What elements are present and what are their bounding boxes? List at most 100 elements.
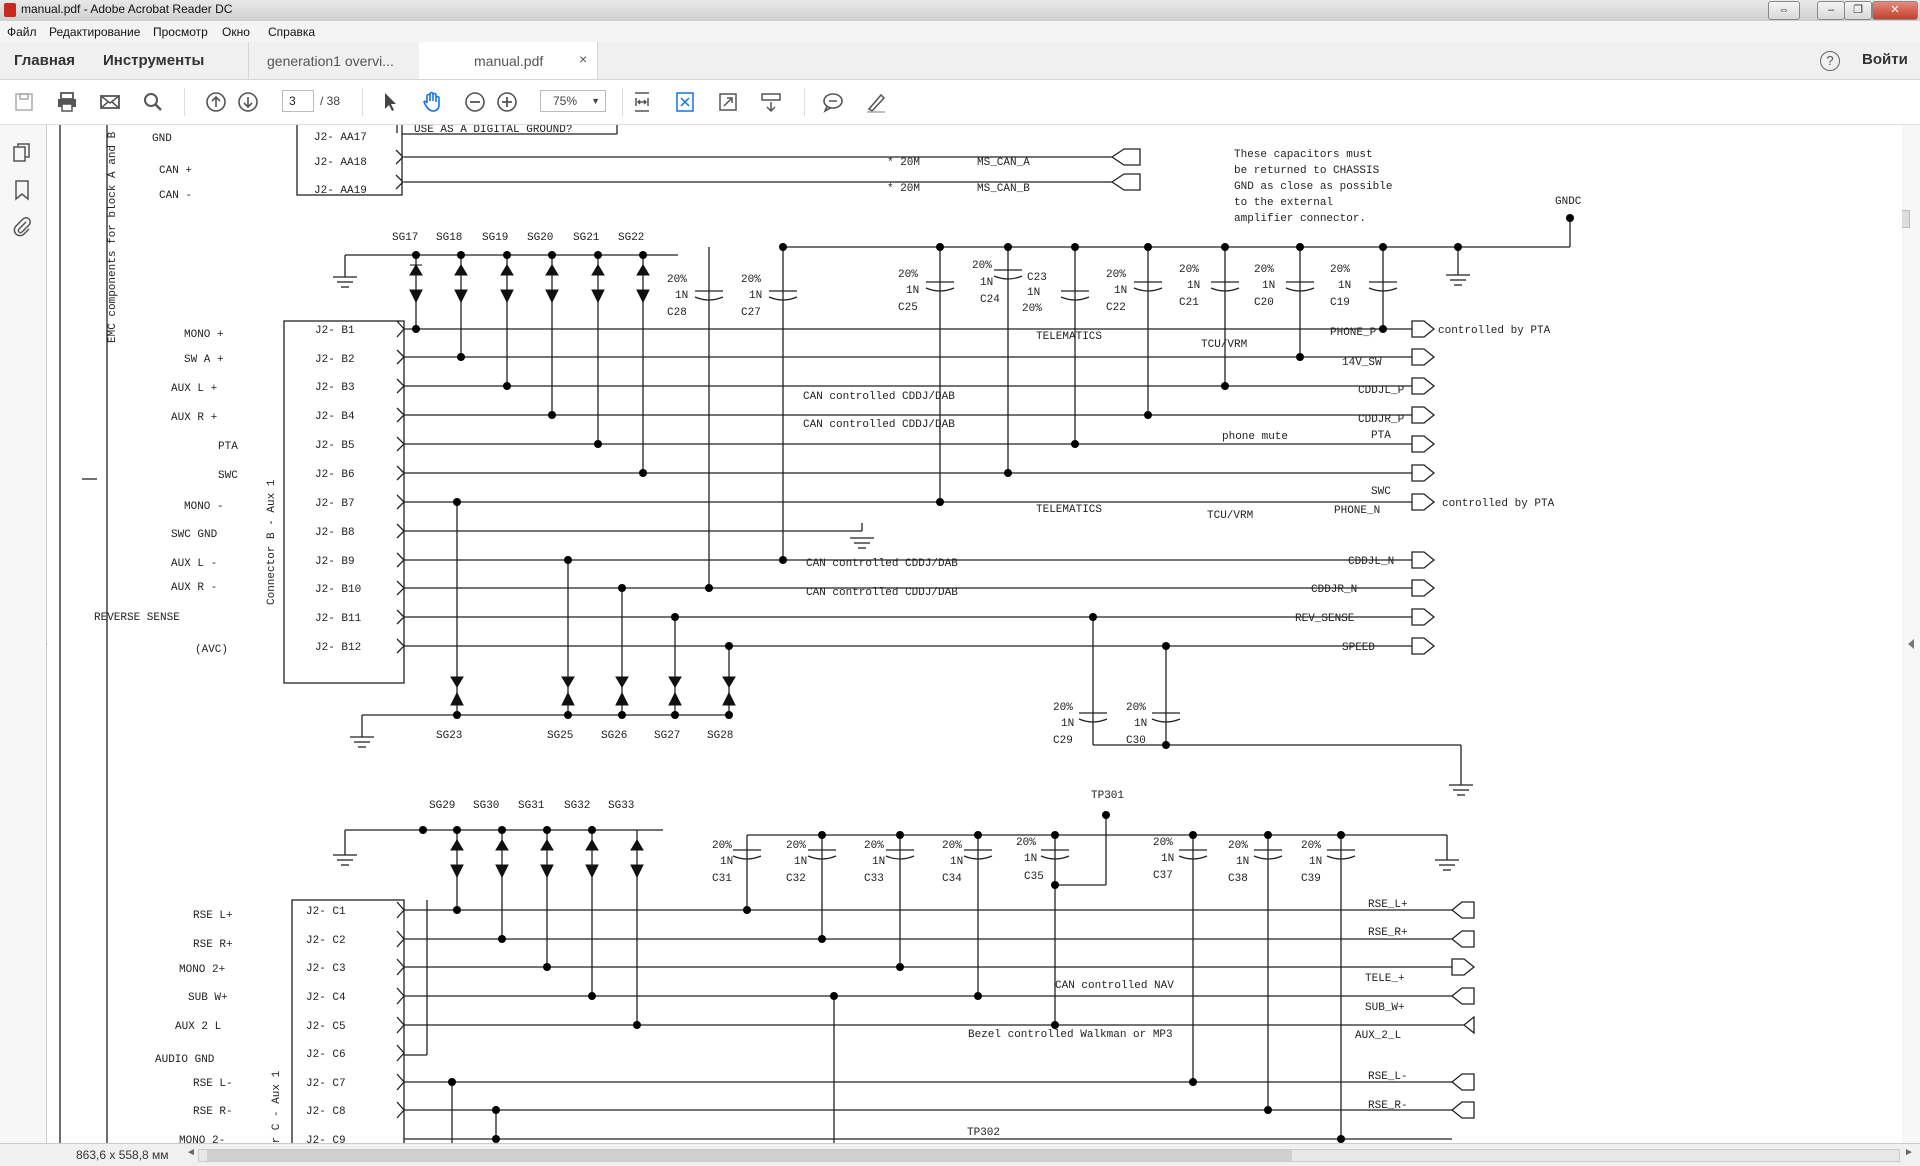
b-label: MONO + [184, 329, 224, 341]
zoom-out-icon[interactable] [463, 90, 487, 114]
tab-label: generation1 overvi... [267, 53, 394, 69]
nav-tools[interactable]: Инструменты [103, 52, 204, 69]
select-arrow-icon[interactable] [378, 90, 402, 114]
svg-text:1N: 1N [1024, 853, 1037, 865]
svg-text:20%: 20% [1022, 303, 1042, 315]
scroll-right-arrow-icon[interactable]: ► [1904, 1147, 1914, 1158]
c-net: RSE_L- [1368, 1071, 1408, 1083]
c-label: AUDIO GND [155, 1054, 215, 1066]
svg-text:1N: 1N [720, 856, 733, 868]
c-label: SUB W+ [188, 992, 228, 1004]
right-pane-toggle[interactable] [1902, 125, 1920, 1155]
sign-pen-icon[interactable] [864, 90, 888, 114]
page-down-icon[interactable] [236, 90, 260, 114]
nav-home[interactable]: Главная [14, 52, 75, 69]
save-icon[interactable] [12, 90, 36, 114]
b-pin: J2- B12 [315, 642, 361, 654]
page-number-input[interactable]: 3 [282, 90, 314, 112]
horizontal-scrollbar[interactable] [198, 1149, 1900, 1162]
zoom-in-icon[interactable] [495, 90, 519, 114]
aa-label: CAN - [159, 190, 192, 202]
svg-text:C22: C22 [1106, 302, 1126, 314]
cap-note-1: These capacitors must [1234, 149, 1373, 161]
menu-help[interactable]: Справка [268, 25, 315, 39]
menu-edit[interactable]: Редактирование [49, 25, 140, 39]
comment-icon[interactable] [821, 90, 845, 114]
aa-net-name: MS_CAN_B [977, 183, 1030, 195]
gndc-label: GNDC [1555, 196, 1582, 208]
maximize-button[interactable]: ❐ [1844, 1, 1872, 20]
phone-mute-note: phone mute [1222, 431, 1288, 443]
svg-text:C33: C33 [864, 873, 884, 885]
expand-right-icon[interactable] [1907, 638, 1915, 650]
bookmark-icon[interactable] [11, 179, 33, 201]
cap-note-5: amplifier connector. [1234, 213, 1366, 225]
cap-c24: 20% 1N C24 [972, 260, 1000, 306]
svg-text:20%: 20% [1016, 837, 1036, 849]
svg-text:C28: C28 [667, 307, 687, 319]
toolbar-divider [362, 88, 363, 116]
sg-label: SG26 [601, 730, 627, 742]
menu-window[interactable]: Окно [222, 25, 250, 39]
horizontal-scrollbar-thumb[interactable] [207, 1150, 1292, 1161]
cap-c37: 20% 1N C37 [1153, 837, 1174, 882]
svg-text:1N: 1N [906, 285, 919, 297]
connector-c-label: or C - Aux 1 [271, 1070, 283, 1150]
svg-text:20%: 20% [864, 840, 884, 852]
pta-note: controlled by PTA [1442, 498, 1555, 510]
menu-file[interactable]: Файл [7, 25, 37, 39]
svg-text:1N: 1N [1061, 718, 1074, 730]
scroll-left-arrow-icon[interactable]: ◄ [186, 1147, 196, 1158]
svg-text:20%: 20% [1126, 702, 1146, 714]
cap-c33: 20% 1N C33 [864, 840, 885, 885]
cap-c39: 20% 1N C39 [1301, 840, 1322, 885]
svg-text:1N: 1N [950, 856, 963, 868]
b-net: CDDJL_N [1348, 556, 1394, 568]
toolbar-divider [804, 88, 805, 116]
c-net: AUX_2_L [1355, 1030, 1401, 1042]
c-pin: J2- C1 [306, 906, 346, 918]
b-label: SW A + [184, 354, 224, 366]
minimize-button[interactable]: – [1817, 1, 1845, 20]
full-screen-icon[interactable] [716, 90, 740, 114]
svg-text:1N: 1N [794, 856, 807, 868]
cap-c23: C23 1N 20% [1022, 272, 1047, 315]
email-icon[interactable] [98, 90, 122, 114]
tab-generation1[interactable]: generation1 overvi... [248, 42, 420, 79]
b-pin: J2- B11 [315, 613, 362, 625]
svg-text:20%: 20% [1153, 837, 1173, 849]
c-net: SUB_W+ [1365, 1002, 1405, 1014]
cap-c22: 20% 1N C22 [1106, 269, 1127, 314]
svg-text:C31: C31 [712, 873, 732, 885]
svg-text:C25: C25 [898, 302, 918, 314]
pdf-document-view[interactable]: EMC components for block A and B Connect… [47, 125, 1902, 1150]
b-label: REVERSE SENSE [94, 612, 180, 624]
page-thumbnails-icon[interactable] [11, 142, 33, 164]
svg-text:C37: C37 [1153, 870, 1173, 882]
tab-close-icon[interactable]: × [579, 51, 587, 67]
svg-text:20%: 20% [898, 269, 918, 281]
scroll-mode-icon[interactable] [759, 90, 783, 114]
menu-view[interactable]: Просмотр [153, 25, 208, 39]
menu-bar: Файл Редактирование Просмотр Окно Справк… [0, 21, 1920, 43]
print-icon[interactable] [55, 90, 79, 114]
c-label: RSE R- [193, 1106, 233, 1118]
c-pin: J2- C8 [306, 1106, 346, 1118]
svg-text:20%: 20% [712, 840, 732, 852]
fit-page-icon[interactable] [673, 90, 697, 114]
tab-manual[interactable]: manual.pdf × [419, 42, 598, 79]
svg-text:C30: C30 [1126, 735, 1146, 747]
search-icon[interactable] [141, 90, 165, 114]
help-icon[interactable]: ? [1820, 51, 1840, 71]
svg-text:C29: C29 [1053, 735, 1073, 747]
toolbar-divider [622, 88, 623, 116]
zoom-select[interactable]: 75% ▼ [540, 90, 606, 112]
close-window-button[interactable]: ✕ [1872, 1, 1918, 20]
sign-in-button[interactable]: Войти [1862, 51, 1908, 68]
restore-arrows-icon[interactable]: ⇔ [1768, 1, 1800, 20]
hand-tool-icon[interactable] [420, 90, 444, 114]
page-up-icon[interactable] [204, 90, 228, 114]
fit-width-icon[interactable] [630, 90, 654, 114]
attachment-icon[interactable] [11, 215, 33, 237]
sg-label: SG20 [527, 232, 553, 244]
